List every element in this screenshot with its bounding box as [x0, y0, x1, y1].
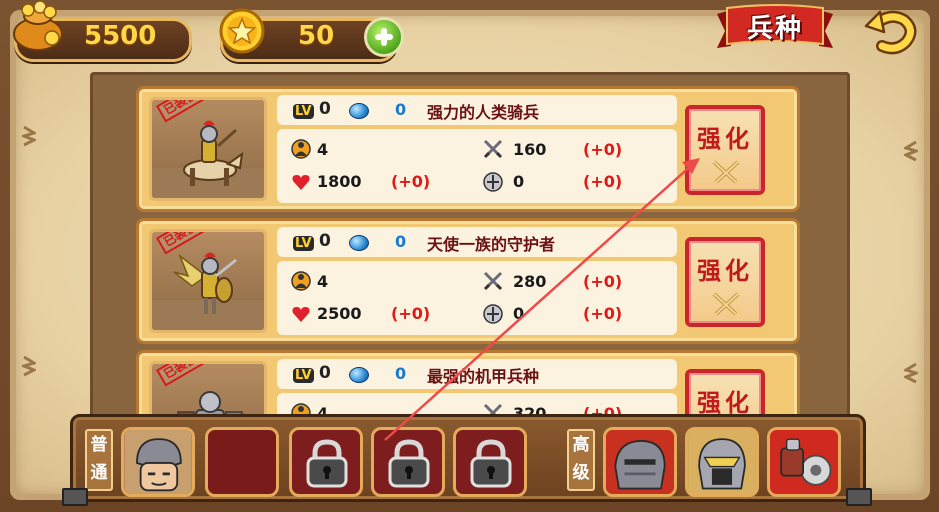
padlock-icon: [388, 439, 430, 488]
unit-card: 已装备 LV 0 0 天使一族的守护者 4 280 (+0) 2500 (+0)…: [136, 218, 800, 344]
level-label: LV: [293, 236, 314, 251]
stat-hp: 2500: [317, 304, 362, 323]
crossed-swords-icon: [483, 271, 503, 291]
unit-level: 0: [319, 231, 331, 251]
unit-header-row: LV 0 0 天使一族的守护者: [277, 227, 677, 257]
armored-warrior-avatar: [606, 430, 674, 494]
scroll-notch-icon: [22, 125, 36, 147]
unit-gem-count: 0: [395, 232, 407, 251]
squad-slot-locked[interactable]: [371, 427, 445, 497]
population-icon: [291, 139, 311, 159]
squad-slot-locked[interactable]: [453, 427, 527, 497]
blue-gem-icon: [349, 235, 369, 251]
game-screen: 5500 50 兵种 已装备 LV 0 0 强力的人类骑兵 4 160 (+0)…: [0, 0, 939, 512]
stat-attack-bonus: (+0): [583, 140, 623, 159]
back-arrow-icon[interactable]: [862, 6, 918, 56]
strengthen-label: 强化: [697, 125, 753, 153]
unit-name: 强力的人类骑兵: [427, 103, 540, 122]
scroll-notch-icon: [904, 362, 918, 384]
population-icon: [291, 271, 311, 291]
unit-header-row: LV 0 0 最强的机甲兵种: [277, 359, 677, 389]
level-label: LV: [293, 368, 314, 383]
crossed-swords-icon: [712, 292, 740, 316]
helmet-icon: [483, 304, 503, 324]
gold-knight-avatar: [688, 430, 756, 494]
gold-bag-icon: [13, 0, 63, 51]
tab-advanced[interactable]: 高级: [567, 429, 595, 491]
strengthen-label: 强化: [697, 257, 753, 285]
unit-gem-count: 0: [395, 364, 407, 383]
soldier-avatar: [124, 430, 192, 494]
stat-population: 4: [317, 140, 329, 159]
crossed-swords-icon: [712, 160, 740, 184]
stat-hp-bonus: (+0): [391, 304, 431, 323]
star-coin-icon: [219, 8, 265, 54]
squad-slot[interactable]: [121, 427, 195, 497]
squad-slot-advanced[interactable]: [685, 427, 759, 497]
stat-attack-bonus: (+0): [583, 272, 623, 291]
padlock-icon: [306, 439, 348, 488]
unit-name: 天使一族的守护者: [427, 235, 556, 254]
bar-clip: [846, 488, 872, 506]
strengthen-label: 强化: [697, 389, 753, 417]
stat-attack: 280: [513, 272, 547, 291]
page-title: 兵种: [746, 14, 803, 44]
unit-level: 0: [319, 363, 331, 383]
squad-slot-locked[interactable]: [289, 427, 363, 497]
tab-normal[interactable]: 普通: [85, 429, 113, 491]
stat-armor-bonus: (+0): [583, 304, 623, 323]
angel-guardian-icon: [173, 252, 237, 314]
blue-gem-icon: [349, 367, 369, 383]
unit-name: 最强的机甲兵种: [427, 367, 540, 386]
unit-gem-count: 0: [395, 100, 407, 119]
strengthen-button[interactable]: 强化: [685, 237, 765, 327]
stat-attack: 160: [513, 140, 547, 159]
squad-slot-empty[interactable]: [205, 427, 279, 497]
squad-bar: 普通 高级: [70, 414, 866, 502]
unit-stats-panel: 4 160 (+0) 1800 (+0) 0 (+0): [277, 129, 677, 203]
stat-hp-bonus: (+0): [391, 172, 431, 191]
stat-population: 4: [317, 272, 329, 291]
level-label: LV: [293, 104, 314, 119]
stat-armor-bonus: (+0): [583, 172, 623, 191]
strengthen-button[interactable]: 强化: [685, 105, 765, 195]
heart-icon: [292, 175, 310, 190]
mech-avatar: [770, 430, 838, 494]
crossed-swords-icon: [483, 139, 503, 159]
add-currency-button[interactable]: [364, 17, 404, 57]
unit-header-row: LV 0 0 强力的人类骑兵: [277, 95, 677, 125]
stat-armor: 0: [513, 172, 525, 191]
bar-clip: [62, 488, 88, 506]
unit-level: 0: [319, 99, 331, 119]
squad-slot-advanced[interactable]: [767, 427, 841, 497]
padlock-icon: [470, 439, 512, 488]
unit-card: 已装备 LV 0 0 强力的人类骑兵 4 160 (+0) 1800 (+0) …: [136, 86, 800, 212]
blue-gem-icon: [349, 103, 369, 119]
squad-slot-advanced[interactable]: [603, 427, 677, 497]
cavalry-knight-icon: [183, 120, 244, 186]
gem-amount: 50: [298, 21, 335, 51]
helmet-icon: [483, 172, 503, 192]
unit-stats-panel: 4 280 (+0) 2500 (+0) 0 (+0): [277, 261, 677, 335]
scroll-notch-icon: [22, 355, 36, 377]
stat-hp: 1800: [317, 172, 362, 191]
unit-portrait: 已装备: [149, 97, 267, 201]
heart-icon: [292, 307, 310, 322]
stat-armor: 0: [513, 304, 525, 323]
gold-amount: 5500: [84, 21, 157, 51]
scroll-notch-icon: [904, 140, 918, 162]
unit-portrait: 已装备: [149, 229, 267, 333]
